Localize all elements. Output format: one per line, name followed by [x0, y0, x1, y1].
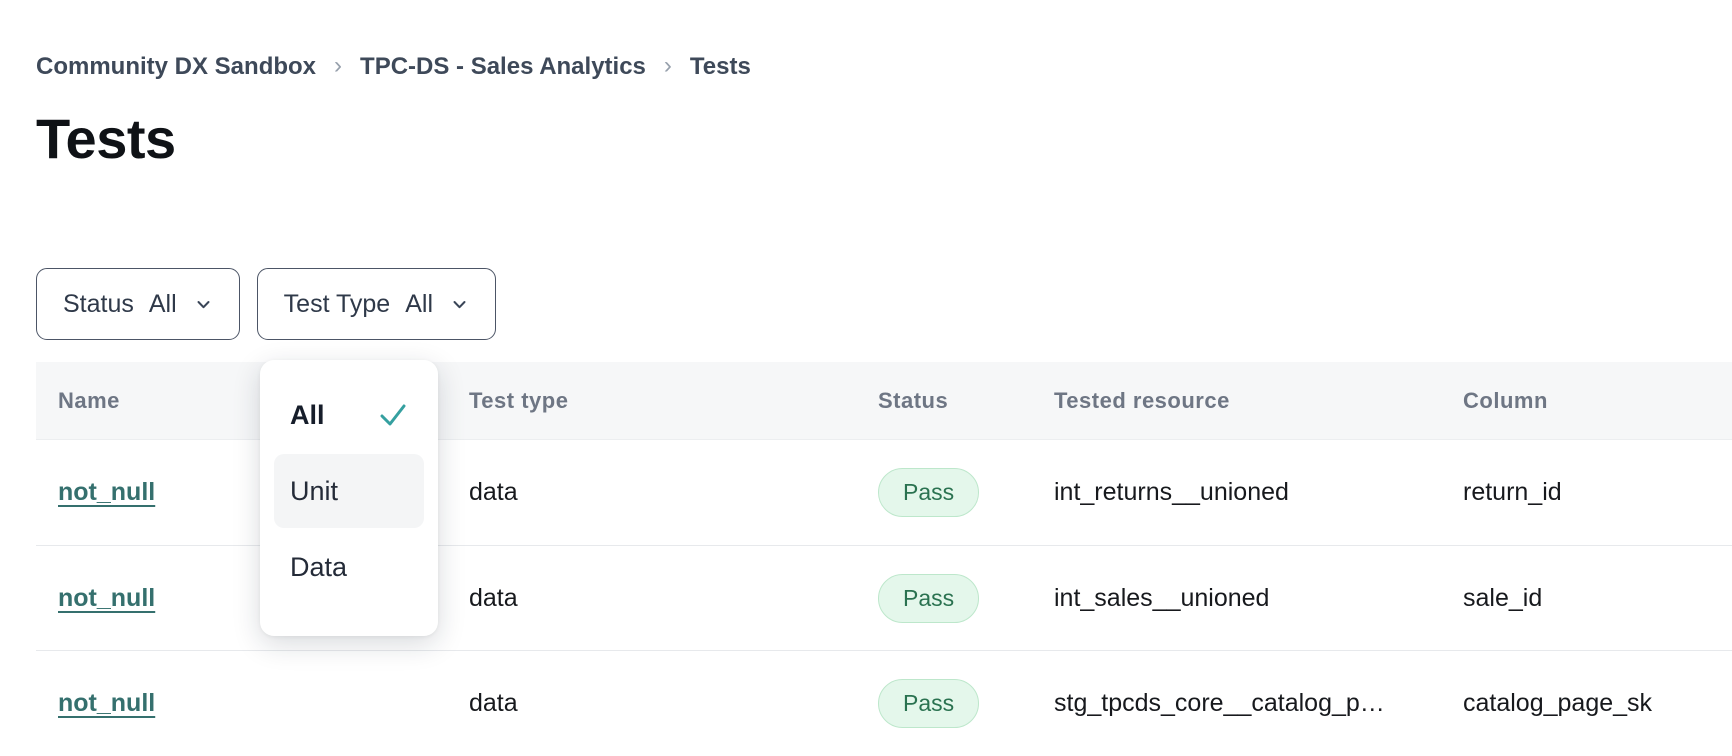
dropdown-option-label: Unit [290, 476, 338, 507]
filter-bar: Status All Test Type All [36, 268, 1732, 340]
tested-resource-cell: stg_tpcds_core__catalog_p… [1032, 689, 1441, 718]
dropdown-option-unit[interactable]: Unit [274, 454, 424, 528]
column-cell: catalog_page_sk [1441, 689, 1732, 718]
column-header-status: Status [856, 388, 1032, 414]
status-badge: Pass [878, 574, 979, 623]
test-type-filter-value: All [405, 290, 433, 319]
chevron-down-icon [450, 295, 469, 314]
checkmark-icon [378, 402, 408, 428]
column-header-column: Column [1441, 388, 1732, 414]
tested-resource-cell: int_returns__unioned [1032, 478, 1441, 507]
table-row: not_null data Pass stg_tpcds_core__catal… [36, 650, 1732, 755]
dropdown-option-data[interactable]: Data [274, 530, 424, 604]
page-title: Tests [36, 104, 1732, 174]
breadcrumb: Community DX Sandbox › TPC-DS - Sales An… [36, 52, 1732, 82]
column-header-tested-resource: Tested resource [1032, 388, 1441, 414]
status-badge: Pass [878, 468, 979, 517]
status-filter-value: All [149, 290, 177, 319]
test-type-cell: data [447, 689, 856, 718]
status-filter-button[interactable]: Status All [36, 268, 240, 340]
dropdown-option-all[interactable]: All [274, 378, 424, 452]
test-name-link[interactable]: not_null [58, 584, 155, 612]
dropdown-option-label: Data [290, 552, 347, 583]
test-type-dropdown-menu: All Unit Data [260, 360, 438, 636]
status-badge: Pass [878, 679, 979, 728]
breadcrumb-separator-icon: › [334, 51, 342, 81]
column-cell: return_id [1441, 478, 1732, 507]
test-type-filter-label: Test Type [284, 290, 391, 319]
column-header-test-type: Test type [447, 388, 856, 414]
test-type-cell: data [447, 584, 856, 613]
tested-resource-cell: int_sales__unioned [1032, 584, 1441, 613]
test-name-link[interactable]: not_null [58, 478, 155, 506]
column-cell: sale_id [1441, 584, 1732, 613]
breadcrumb-item-tests[interactable]: Tests [690, 52, 751, 82]
test-type-cell: data [447, 478, 856, 507]
chevron-down-icon [194, 295, 213, 314]
dropdown-option-label: All [290, 400, 325, 431]
test-type-filter-button[interactable]: Test Type All [257, 268, 496, 340]
breadcrumb-item-project[interactable]: TPC-DS - Sales Analytics [360, 52, 646, 82]
test-name-link[interactable]: not_null [58, 689, 155, 717]
breadcrumb-separator-icon: › [664, 51, 672, 81]
status-filter-label: Status [63, 290, 134, 319]
breadcrumb-item-sandbox[interactable]: Community DX Sandbox [36, 52, 316, 82]
